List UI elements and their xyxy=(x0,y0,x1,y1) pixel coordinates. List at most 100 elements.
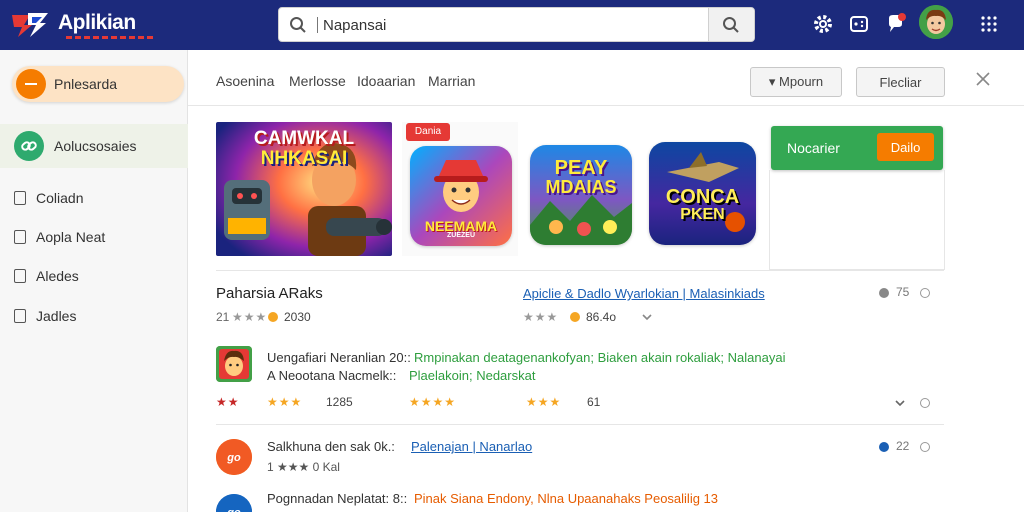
rating-count: 2030 xyxy=(284,310,311,324)
list-item-1-line1-tail[interactable]: Rmpinakan deatagenankofyan; Biaken akain… xyxy=(414,350,785,365)
filter-button[interactable]: Flecliar xyxy=(856,67,945,97)
section-links[interactable]: Apiclie & Dadlo Wyarlokian | Malasinkiad… xyxy=(523,286,765,301)
sidebar-item-label: Coliadn xyxy=(36,190,84,206)
sub-rating: 86.4o xyxy=(586,310,617,324)
settings-icon[interactable] xyxy=(920,398,930,408)
list-item-2-title: Salkhuna den sak 0k.: xyxy=(267,439,395,454)
close-icon[interactable] xyxy=(972,68,994,90)
sidebar-featured-label: Pnlesarda xyxy=(54,76,118,92)
chevron-down-icon[interactable] xyxy=(641,312,653,322)
tab-4[interactable]: Marrian xyxy=(428,73,475,89)
avatar-face-icon xyxy=(919,5,953,39)
checkbox-icon xyxy=(14,269,26,283)
sidebar-item-label: Aledes xyxy=(36,268,79,284)
search-input[interactable] xyxy=(323,12,703,38)
top-app-bar: Aplikian xyxy=(0,0,1024,50)
app-tile-2[interactable]: PEAY MDAIAS xyxy=(530,145,632,245)
minus-icon xyxy=(16,69,46,99)
search-button[interactable] xyxy=(708,8,754,41)
section-count: 75 xyxy=(896,285,910,299)
list-item-3-tail[interactable]: Pinak Siana Endony, Nlna Upaanahaks Peos… xyxy=(414,491,718,506)
search-bar xyxy=(278,7,755,42)
chevron-down-icon[interactable] xyxy=(894,398,906,408)
sidebar-active-label: Aolucsosaies xyxy=(54,138,137,154)
app-tile-1[interactable]: NEEMAMA ZUEZEU xyxy=(410,146,512,246)
list-item-2-meta: 1 ★★★ 0 Kal xyxy=(267,460,340,474)
tile-2-title-2: MDAIAS xyxy=(545,177,617,197)
sidebar-item-label: Jadles xyxy=(36,308,77,324)
list-item-1-stars-d: ★★★ xyxy=(526,395,562,409)
promo-label: Nocarier xyxy=(787,140,840,156)
notification-icon[interactable] xyxy=(885,13,907,35)
app-logo-icon: go xyxy=(216,494,252,512)
list-item-2-count: 22 xyxy=(896,439,910,453)
rating-stars: ★★★ xyxy=(232,310,268,324)
logo-icon xyxy=(12,13,48,37)
list-item-1-line1-label: Uengafiari Neranlian 20:: xyxy=(267,350,411,365)
sidebar-item-2[interactable]: Aopla Neat xyxy=(0,222,188,252)
sidebar-item-3[interactable]: Aledes xyxy=(0,261,188,291)
app-tile-wrap-1: NEEMAMA ZUEZEU xyxy=(402,122,518,256)
game-avatar-icon xyxy=(216,346,252,382)
promo-frame xyxy=(769,170,945,270)
divider xyxy=(216,270,944,271)
sidebar-featured-pill[interactable]: Pnlesarda xyxy=(12,66,184,102)
list-item-1-stars-b: ★★★ xyxy=(267,395,303,409)
tile-1-subtitle: ZUEZEU xyxy=(447,232,475,239)
tile-3-title-2: PKEN xyxy=(680,206,725,223)
tile-tag-badge: Dania xyxy=(406,123,450,141)
sidebar-item-active[interactable]: Aolucsosaies xyxy=(0,124,188,168)
coin-icon xyxy=(268,312,278,322)
list-item-3-avatar[interactable]: go xyxy=(216,494,252,512)
svg-text:go: go xyxy=(226,452,241,464)
search-caret xyxy=(317,17,318,33)
list-item-1-count-b: 1285 xyxy=(326,395,353,409)
settings-icon[interactable] xyxy=(920,442,930,452)
user-avatar[interactable] xyxy=(919,5,953,39)
app-title: Aplikian xyxy=(58,11,136,34)
link-icon xyxy=(14,131,44,161)
svg-text:go: go xyxy=(226,507,241,512)
banner-title-1: CAMWKAL xyxy=(253,128,355,149)
list-item-2-links[interactable]: Palenajan | Nanarlao xyxy=(411,439,532,454)
bookmark-icon xyxy=(14,309,26,323)
list-item-2-avatar[interactable]: go xyxy=(216,439,252,475)
tab-1[interactable]: Asoenina xyxy=(216,73,274,89)
sidebar-item-4[interactable]: Jadles xyxy=(0,301,188,331)
rating-number: 21 xyxy=(216,310,230,324)
sidebar: Pnlesarda Aolucsosaies Coliadn Aopla Nea… xyxy=(0,50,188,512)
featured-game-banner[interactable]: CAMWKAL NHKASAI xyxy=(216,122,392,256)
coin-icon xyxy=(570,312,580,322)
tab-3[interactable]: Idoaarian xyxy=(357,73,415,89)
edit-icon xyxy=(14,230,26,244)
info-icon xyxy=(879,442,889,452)
gear-icon[interactable] xyxy=(812,13,834,35)
sort-dropdown[interactable]: ▾ Mpourn xyxy=(750,67,842,97)
app-tile-3[interactable]: CONCA PKEN xyxy=(649,142,756,245)
gamepad-icon[interactable] xyxy=(848,13,870,35)
list-item-1-line2-label: A Neootana Nacmelk:: xyxy=(267,368,397,383)
list-item-1-stars-a: ★★ xyxy=(216,395,240,409)
banner-title-2: NHKASAI xyxy=(260,148,348,169)
promo-button[interactable]: Dailo xyxy=(877,133,934,161)
app-logo[interactable]: Aplikian xyxy=(10,8,160,40)
section-title: Paharsia ARaks xyxy=(216,285,323,302)
sub-rating-stars: ★★★ xyxy=(523,310,559,324)
list-item-1-avatar[interactable] xyxy=(216,346,252,382)
settings-icon[interactable] xyxy=(920,288,930,298)
sidebar-item-label: Aopla Neat xyxy=(36,229,106,245)
list-item-3-title: Pognnadan Neplatat: 8:: xyxy=(267,491,408,506)
search-icon xyxy=(723,17,739,33)
apps-grid-icon[interactable] xyxy=(978,13,1000,35)
list-item-1-count-d: 61 xyxy=(587,395,601,409)
tab-bar: Asoenina Merlosse Idoaarian Marrian ▾ Mp… xyxy=(188,50,1024,106)
sidebar-item-1[interactable]: Coliadn xyxy=(0,183,188,213)
list-item-1-stars-c: ★★★★ xyxy=(409,395,457,409)
tab-2[interactable]: Merlosse xyxy=(289,73,346,89)
promo-card[interactable]: Nocarier Dailo xyxy=(771,126,943,170)
divider xyxy=(216,424,944,425)
list-item-1-line2-tail[interactable]: Plaelakoin; Nedarskat xyxy=(409,368,535,383)
search-icon xyxy=(290,17,306,33)
app-logo-icon: go xyxy=(216,439,252,475)
info-icon xyxy=(879,288,889,298)
